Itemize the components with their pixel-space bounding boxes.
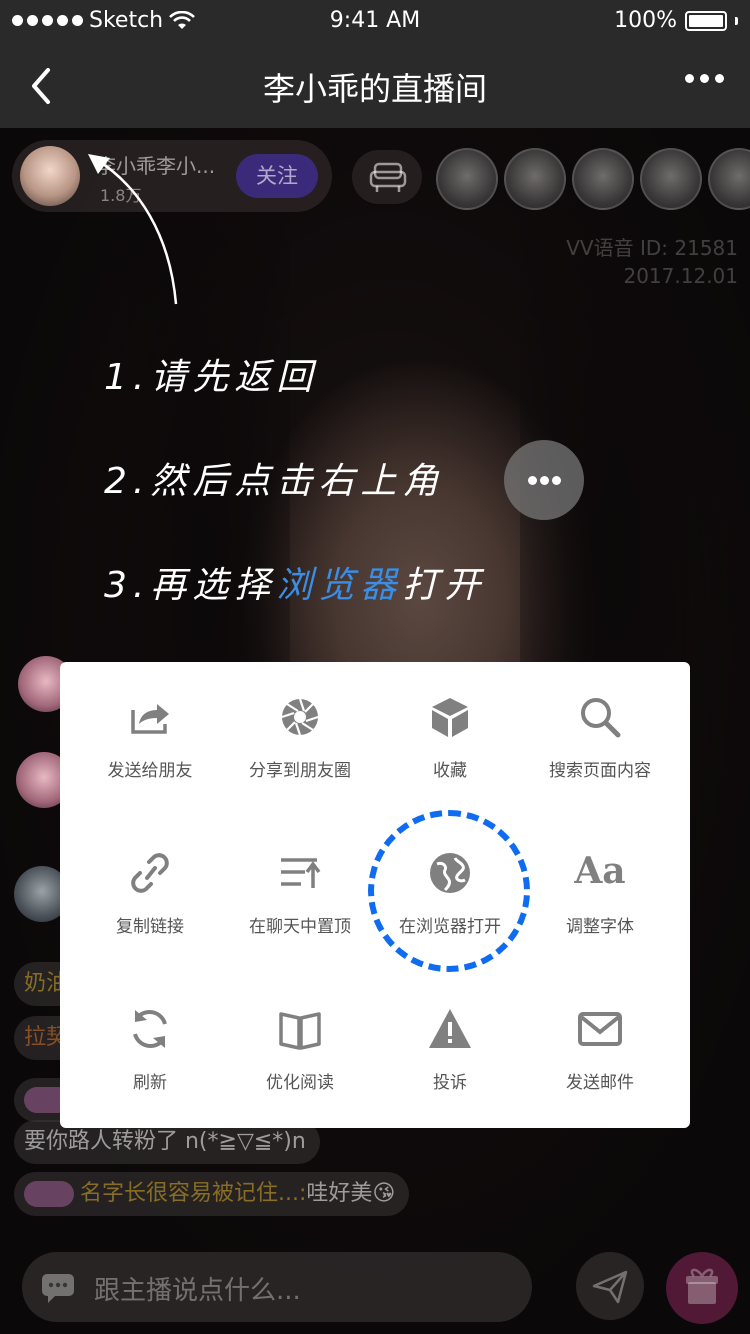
menu-item-refresh[interactable]: 刷新 <box>75 974 225 1104</box>
moments-shutter-icon <box>281 698 319 736</box>
follow-button[interactable]: 关注 <box>236 154 318 198</box>
more-dots-icon <box>528 476 537 485</box>
page-title: 李小乖的直播间 <box>262 70 487 108</box>
more-dot <box>552 476 561 485</box>
warning-icon <box>429 1009 471 1048</box>
more-dot <box>540 476 549 485</box>
comment-placeholder: 跟主播说点什么... <box>94 1276 301 1306</box>
cube-favorite-icon <box>432 698 468 737</box>
comment-input[interactable]: 跟主播说点什么... <box>22 1252 532 1322</box>
menu-item-pin-chat[interactable]: 在聊天中置顶 <box>225 818 375 948</box>
battery-percent: 100% <box>614 8 677 33</box>
room-info: VV语音 ID: 21581 2017.12.01 <box>566 234 738 290</box>
noble-badge <box>24 1181 74 1207</box>
gift-icon <box>686 1268 718 1304</box>
anchor-avatar[interactable] <box>20 146 80 206</box>
menu-item-label: 调整字体 <box>566 917 634 937</box>
sofa-button[interactable] <box>352 150 422 204</box>
menu-item-favorite[interactable]: 收藏 <box>375 662 525 792</box>
menu-item-label: 在聊天中置顶 <box>249 917 351 937</box>
share-forward-icon <box>131 704 169 734</box>
battery-tip <box>735 16 738 25</box>
guide-step-3-suffix: 打开 <box>402 565 487 606</box>
font-size-icon: Aa <box>574 850 626 892</box>
menu-item-label: 收藏 <box>433 761 467 781</box>
mail-icon <box>578 1012 622 1046</box>
chat-username: 名字长很容易被记住...: <box>80 1181 307 1206</box>
menu-item-share-moments[interactable]: 分享到朋友圈 <box>225 662 375 792</box>
battery: 100% <box>614 8 738 33</box>
chat-text: 哇好美😘 <box>306 1181 396 1206</box>
viewer-avatar[interactable] <box>572 148 634 210</box>
viewer-avatar[interactable] <box>504 148 566 210</box>
book-icon <box>279 1012 321 1050</box>
sofa-icon <box>369 162 407 192</box>
guide-step-3: 3.再选择浏览器打开 <box>104 556 486 608</box>
viewer-avatar[interactable] <box>640 148 702 210</box>
guide-step-2: 2.然后点击右上角 <box>104 461 445 502</box>
curved-arrow-icon <box>88 154 178 305</box>
send-button[interactable] <box>576 1252 644 1320</box>
menu-item-label: 优化阅读 <box>266 1073 334 1093</box>
search-icon <box>581 698 621 738</box>
menu-item-search-page[interactable]: 搜索页面内容 <box>525 662 675 792</box>
room-id: VV语音 ID: 21581 <box>566 236 738 260</box>
guide-step-1: 1.请先返回 <box>104 357 319 398</box>
link-icon <box>131 853 169 893</box>
refresh-icon <box>133 1010 167 1048</box>
room-date: 2017.12.01 <box>623 264 738 288</box>
menu-item-label: 发送给朋友 <box>107 761 193 781</box>
guide-step-3-prefix: 3.再选择 <box>104 565 277 606</box>
menu-item-label: 刷新 <box>133 1073 167 1093</box>
status-bar: Sketch 9:41 AM 100% <box>0 0 750 44</box>
more-dots-icon <box>685 74 694 83</box>
guide-step-3-highlight: 浏览器 <box>276 565 403 606</box>
menu-item-label: 复制链接 <box>116 917 184 937</box>
menu-item-send-to-friend[interactable]: 发送给朋友 <box>75 662 225 792</box>
chat-message: 名字长很容易被记住...:哇好美😘 <box>14 1172 410 1216</box>
gift-button[interactable] <box>666 1252 738 1324</box>
menu-item-label: 投诉 <box>433 1073 467 1093</box>
chat-bubble-icon <box>42 1274 74 1303</box>
nav-bar: 李小乖的直播间 <box>0 44 750 128</box>
battery-icon <box>685 10 727 31</box>
highlight-ring <box>368 810 530 972</box>
pin-top-icon <box>281 858 321 888</box>
menu-item-label: 发送邮件 <box>566 1073 634 1093</box>
menu-item-label: 搜索页面内容 <box>549 761 651 781</box>
menu-item-send-email[interactable]: 发送邮件 <box>525 974 675 1104</box>
more-hint-button <box>504 440 584 520</box>
menu-item-font-size[interactable]: Aa 调整字体 <box>525 818 675 948</box>
menu-item-report[interactable]: 投诉 <box>375 974 525 1104</box>
menu-item-label: 分享到朋友圈 <box>249 761 351 781</box>
more-button[interactable] <box>685 74 724 83</box>
menu-item-copy-link[interactable]: 复制链接 <box>75 818 225 948</box>
menu-item-reader-mode[interactable]: 优化阅读 <box>225 974 375 1104</box>
paper-plane-icon <box>592 1270 628 1304</box>
viewer-avatar[interactable] <box>436 148 498 210</box>
